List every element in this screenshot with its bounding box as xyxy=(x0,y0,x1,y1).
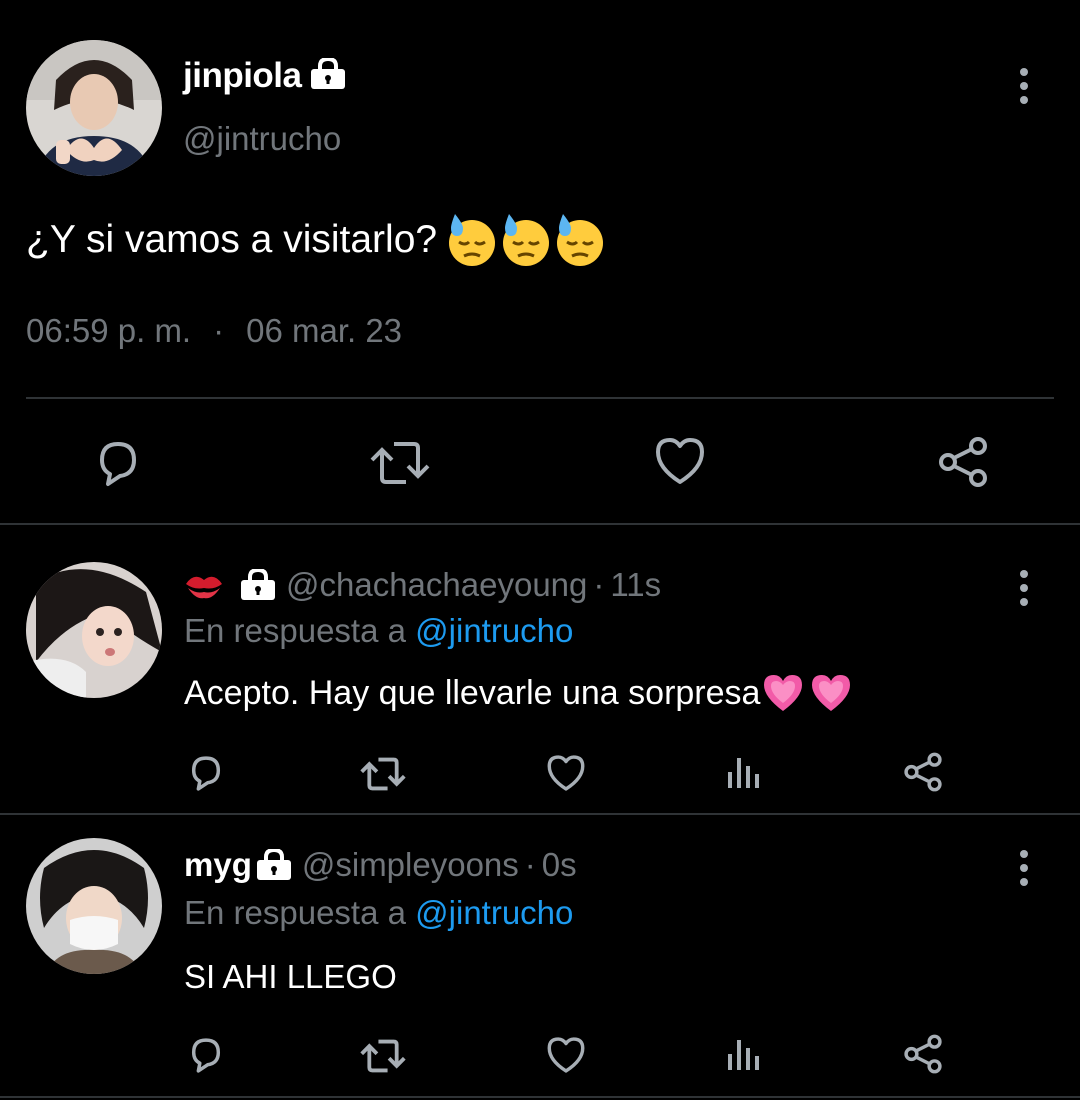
author-name-row: jinpiola xyxy=(183,56,346,96)
handle[interactable]: @jintrucho xyxy=(183,120,341,158)
reply-icon[interactable] xyxy=(92,436,144,488)
more-icon[interactable] xyxy=(1019,850,1029,886)
avatar[interactable] xyxy=(26,838,162,974)
display-name[interactable]: myg xyxy=(184,846,252,884)
share-icon[interactable] xyxy=(902,752,944,792)
reply-time[interactable]: 11s xyxy=(610,566,661,604)
divider xyxy=(0,813,1080,815)
handle[interactable]: @simpleyoons xyxy=(302,846,519,884)
divider xyxy=(26,397,1054,399)
retweet-icon[interactable] xyxy=(358,1037,408,1075)
reply-time[interactable]: 0s xyxy=(542,846,577,884)
retweet-icon[interactable] xyxy=(358,755,408,793)
reply-text: Acepto. Hay que llevarle una sorpresa xyxy=(184,673,761,712)
reply-header: @chachachaeyoung · 11s xyxy=(184,566,661,604)
downcast-sweat-emoji xyxy=(449,214,496,266)
analytics-icon[interactable] xyxy=(726,1036,762,1072)
like-icon[interactable] xyxy=(546,754,586,792)
reply-text: SI AHI LLEGO xyxy=(184,958,397,995)
separator-dot: · xyxy=(524,846,536,883)
like-icon[interactable] xyxy=(546,1036,586,1074)
like-icon[interactable] xyxy=(654,436,706,486)
lock-icon xyxy=(256,849,291,880)
growing-heart-emoji xyxy=(812,675,851,711)
more-icon[interactable] xyxy=(1019,570,1029,606)
lock-icon xyxy=(241,569,275,600)
downcast-sweat-emoji xyxy=(503,214,550,266)
tweet-text: ¿Y si vamos a visitarlo? xyxy=(26,218,438,261)
avatar[interactable] xyxy=(26,40,162,176)
handle[interactable]: @chachachaeyoung xyxy=(286,566,587,604)
reply-to-link[interactable]: @jintrucho xyxy=(415,612,573,649)
reply-prefix: En respuesta a xyxy=(184,894,406,931)
divider xyxy=(0,523,1080,525)
downcast-sweat-emoji xyxy=(557,214,604,266)
share-icon[interactable] xyxy=(936,436,990,488)
tweet-date[interactable]: 06 mar. 23 xyxy=(246,312,402,350)
timestamp-row: 06:59 p. m. · 06 mar. 23 xyxy=(26,312,402,350)
reply-to-link[interactable]: @jintrucho xyxy=(415,894,573,931)
share-icon[interactable] xyxy=(902,1034,944,1074)
divider xyxy=(0,1096,1080,1098)
tweet-text-row: ¿Y si vamos a visitarlo? xyxy=(26,212,605,268)
separator-dot: · xyxy=(213,312,225,349)
kiss-mark-emoji xyxy=(186,576,222,599)
tweet-time[interactable]: 06:59 p. m. xyxy=(26,312,191,350)
separator-dot: · xyxy=(593,566,605,603)
retweet-icon[interactable] xyxy=(368,438,432,488)
reply-context: En respuesta a @jintrucho xyxy=(184,612,573,650)
reply-icon[interactable] xyxy=(186,1034,226,1074)
analytics-icon[interactable] xyxy=(726,754,762,790)
display-name[interactable]: jinpiola xyxy=(183,56,302,96)
lock-icon xyxy=(310,56,346,95)
growing-heart-emoji xyxy=(764,675,803,711)
avatar[interactable] xyxy=(26,562,162,698)
reply-icon[interactable] xyxy=(186,752,226,792)
more-icon[interactable] xyxy=(1019,68,1029,104)
reply-prefix: En respuesta a xyxy=(184,612,406,649)
reply-header: myg @simpleyoons · 0s xyxy=(184,846,577,884)
reply-context: En respuesta a @jintrucho xyxy=(184,894,573,932)
reply-text-row: Acepto. Hay que llevarle una sorpresa xyxy=(184,673,852,713)
